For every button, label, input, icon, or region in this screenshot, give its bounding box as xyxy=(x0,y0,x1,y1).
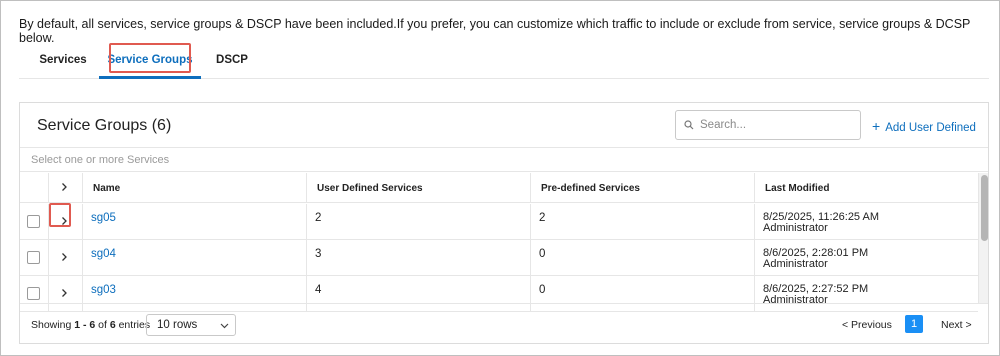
row-checkbox-cell xyxy=(20,240,48,275)
table-footer: Showing 1 - 6 of 6 entries 10 rows < Pre… xyxy=(20,303,988,343)
tab-services[interactable]: Services xyxy=(27,43,99,79)
rows-per-page-value: 10 rows xyxy=(157,319,198,331)
row-last-modified-cell: 8/25/2025, 11:26:25 AM Administrator xyxy=(754,204,978,239)
row-predefined-cell: 2 xyxy=(530,204,754,239)
table-row: sg04 3 0 8/6/2025, 2:28:01 PM Administra… xyxy=(20,240,978,276)
row-checkbox-cell xyxy=(20,204,48,239)
row-name-cell: sg05 xyxy=(82,204,306,239)
table-scrollbar[interactable] xyxy=(978,173,988,303)
row-checkbox[interactable] xyxy=(27,287,40,300)
row-name-link[interactable]: sg04 xyxy=(91,248,116,260)
previous-page-button[interactable]: < Previous xyxy=(842,319,892,331)
row-user-defined-cell: 2 xyxy=(306,204,530,239)
intro-text: By default, all services, service groups… xyxy=(19,17,971,45)
row-expand-cell[interactable] xyxy=(48,240,82,275)
tab-dscp[interactable]: DSCP xyxy=(201,43,263,79)
table-row: sg05 2 2 8/25/2025, 11:26:25 AM Administ… xyxy=(20,204,978,240)
column-header-user-defined[interactable]: User Defined Services xyxy=(306,173,530,202)
chevron-down-icon xyxy=(220,323,229,329)
scrollbar-thumb[interactable] xyxy=(981,175,988,241)
highlight-box-tab xyxy=(109,43,191,73)
chevron-right-icon[interactable] xyxy=(61,252,68,262)
chevron-right-icon[interactable] xyxy=(61,288,68,298)
rows-per-page-select[interactable]: 10 rows xyxy=(146,314,236,336)
search-input[interactable] xyxy=(698,115,856,135)
row-name-link[interactable]: sg03 xyxy=(91,284,116,296)
search-icon xyxy=(684,120,694,130)
column-header-predefined[interactable]: Pre-defined Services xyxy=(530,173,754,202)
panel-title: Service Groups (6) xyxy=(37,117,172,134)
header-checkbox-cell xyxy=(20,173,48,202)
service-groups-panel: Service Groups (6) + Add User Defined Sel… xyxy=(19,102,989,344)
row-predefined-cell: 0 xyxy=(530,240,754,275)
column-header-last-modified[interactable]: Last Modified xyxy=(754,173,978,202)
entries-summary: Showing 1 - 6 of 6 entries xyxy=(31,319,151,331)
row-checkbox[interactable] xyxy=(27,251,40,264)
page-frame: By default, all services, service groups… xyxy=(0,0,1000,356)
plus-icon: + xyxy=(872,118,881,134)
row-name-cell: sg04 xyxy=(82,240,306,275)
header-expand-cell[interactable] xyxy=(48,173,82,202)
highlight-box-expand xyxy=(49,203,71,227)
page-1-button[interactable]: 1 xyxy=(905,315,923,333)
table-header: Name User Defined Services Pre-defined S… xyxy=(20,173,978,203)
next-page-button[interactable]: Next > xyxy=(941,319,972,331)
add-user-defined-button[interactable]: + Add User Defined xyxy=(872,118,976,134)
row-name-link[interactable]: sg05 xyxy=(91,212,116,224)
service-filter-input[interactable]: Select one or more Services xyxy=(20,147,988,172)
row-checkbox[interactable] xyxy=(27,215,40,228)
search-box[interactable] xyxy=(675,110,861,140)
column-header-name[interactable]: Name xyxy=(82,173,306,202)
row-user-defined-cell: 3 xyxy=(306,240,530,275)
add-user-defined-label: Add User Defined xyxy=(885,122,976,134)
chevron-right-icon[interactable] xyxy=(61,182,68,192)
row-last-modified-cell: 8/6/2025, 2:28:01 PM Administrator xyxy=(754,240,978,275)
